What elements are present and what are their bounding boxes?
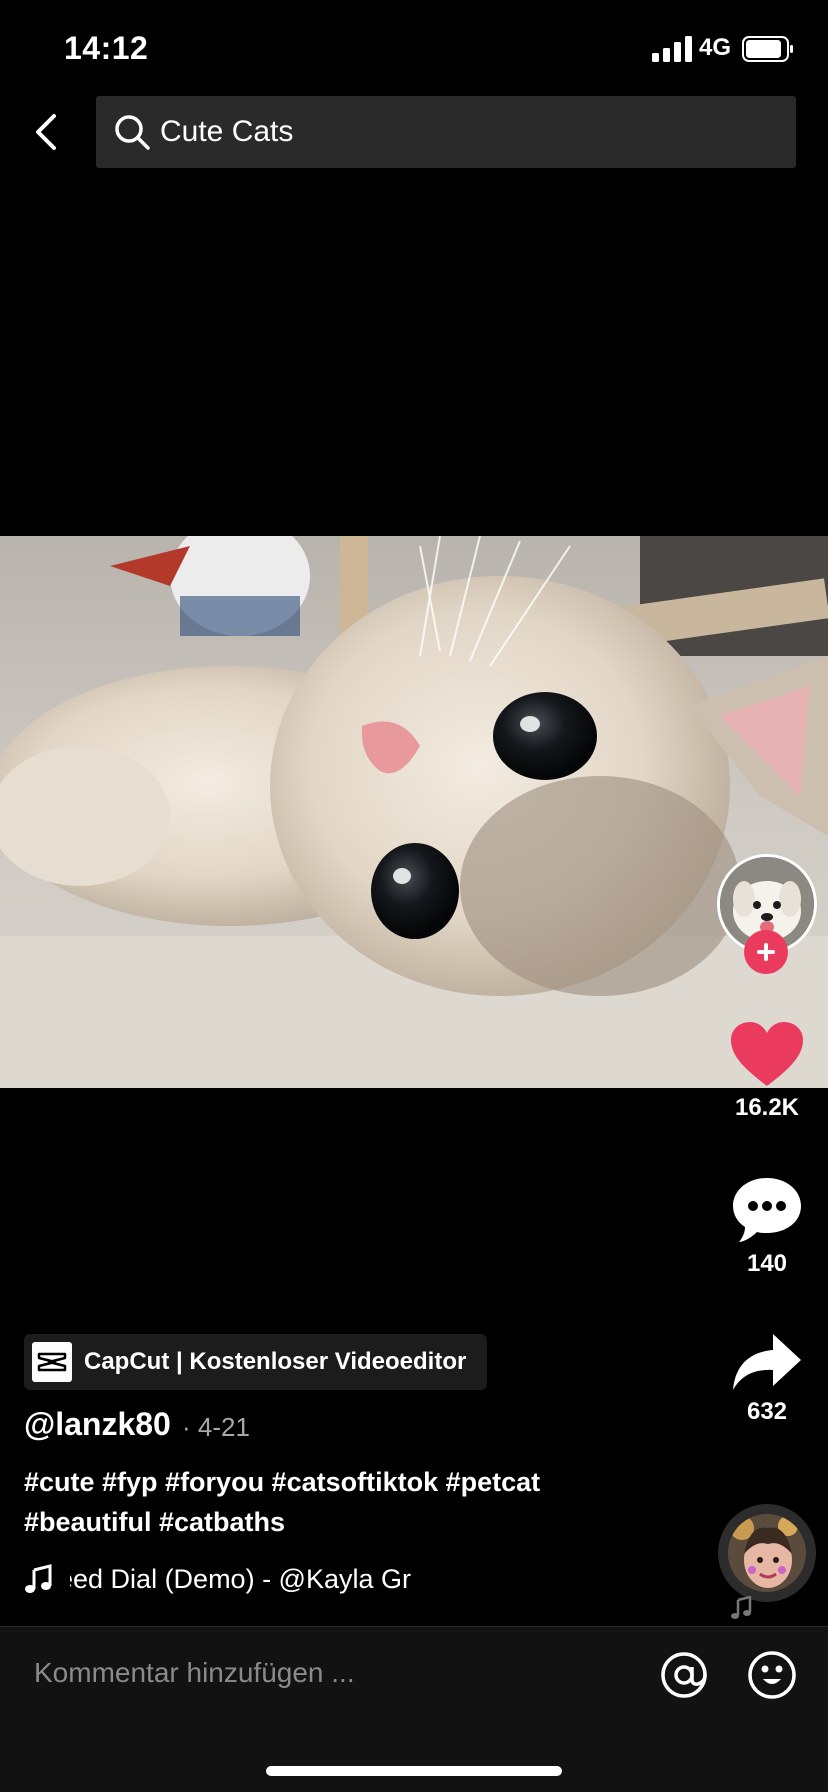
status-bar: 14:12 4G — [0, 0, 828, 100]
at-sign-icon[interactable] — [658, 1649, 710, 1701]
comment-input[interactable]: Kommentar hinzufügen ... — [34, 1657, 355, 1689]
music-row[interactable]: eed Dial (Demo) - @Kayla Gr — [24, 1560, 444, 1600]
like-count: 16.2K — [734, 1094, 800, 1121]
sound-cover-image — [728, 1514, 806, 1592]
caption[interactable]: #cute #fyp #foryou #catsoftiktok #petcat… — [24, 1462, 664, 1542]
share-arrow-icon — [733, 1334, 801, 1390]
home-indicator — [266, 1766, 562, 1776]
smiley-icon[interactable] — [746, 1649, 798, 1701]
back-button[interactable] — [22, 106, 72, 158]
share-count: 632 — [746, 1398, 788, 1425]
comment-button[interactable]: 140 — [712, 1176, 822, 1278]
music-title: eed Dial (Demo) - @Kayla Gr — [70, 1564, 454, 1595]
search-bar[interactable]: Cute Cats — [96, 96, 796, 168]
post-date: · 4-21 — [182, 1412, 250, 1442]
capcut-badge[interactable]: CapCut | Kostenloser Videoeditor — [24, 1334, 487, 1390]
music-note-icon — [25, 1564, 52, 1593]
plus-icon — [757, 943, 775, 961]
music-note-icon — [731, 1596, 752, 1619]
magnifier-icon — [115, 115, 150, 150]
battery-icon — [742, 36, 793, 62]
search-query[interactable]: Cute Cats — [160, 115, 293, 149]
status-time: 14:12 — [64, 30, 149, 66]
heart-icon — [731, 1022, 803, 1086]
capcut-badge-label: CapCut | Kostenloser Videoeditor — [84, 1348, 467, 1375]
kitten-video-frame — [0, 536, 828, 1088]
comment-bubble-icon — [733, 1178, 801, 1242]
network-type: 4G — [699, 34, 732, 61]
username[interactable]: @lanzk80 — [24, 1406, 171, 1443]
video-player[interactable] — [0, 536, 828, 1088]
signal-bars-icon — [652, 36, 692, 62]
like-button[interactable]: 16.2K — [712, 1020, 822, 1122]
share-button[interactable]: 632 — [712, 1332, 822, 1426]
follow-button[interactable] — [744, 930, 788, 974]
capcut-logo-icon — [32, 1342, 72, 1382]
chevron-left-icon — [36, 114, 56, 150]
comment-count: 140 — [746, 1250, 788, 1277]
music-title-text: eed Dial (Demo) - @Kayla Gr — [70, 1564, 412, 1594]
sound-disc[interactable] — [718, 1504, 816, 1602]
